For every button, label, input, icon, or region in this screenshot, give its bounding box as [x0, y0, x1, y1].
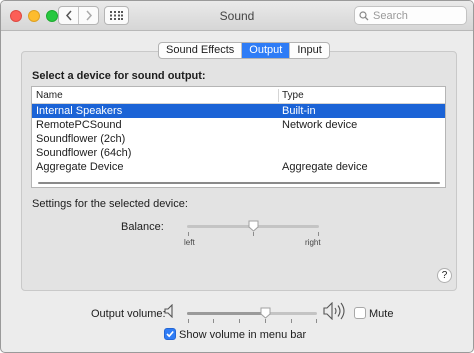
- output-volume-label: Output volume:: [91, 308, 166, 320]
- table-row[interactable]: Internal Speakers Built-in: [32, 104, 445, 118]
- section-title: Select a device for sound output:: [32, 70, 206, 82]
- volume-tick: [316, 319, 317, 323]
- device-name: Aggregate Device: [36, 161, 124, 173]
- column-header-name[interactable]: Name: [36, 90, 63, 101]
- help-button[interactable]: ?: [437, 268, 452, 283]
- mute-checkbox[interactable]: [354, 307, 366, 319]
- volume-high-icon: [323, 302, 345, 320]
- volume-tick: [213, 319, 214, 323]
- column-divider: [278, 89, 279, 102]
- volume-low-icon: [164, 304, 173, 318]
- checkmark-icon: [166, 330, 174, 338]
- search-input[interactable]: [373, 9, 463, 22]
- mute-label: Mute: [369, 308, 394, 320]
- table-row[interactable]: Soundflower (2ch): [32, 132, 445, 146]
- table-row[interactable]: Aggregate Device Aggregate device: [32, 160, 445, 174]
- device-name: Soundflower (2ch): [36, 133, 126, 145]
- column-header-type[interactable]: Type: [282, 90, 304, 101]
- volume-tick: [265, 319, 266, 323]
- output-panel: Select a device for sound output: Name T…: [21, 51, 457, 291]
- balance-slider-thumb[interactable]: [248, 220, 259, 232]
- tab-bar: Sound Effects Output Input: [158, 42, 330, 59]
- balance-tick-right: [318, 232, 319, 236]
- device-type: Aggregate device: [282, 161, 368, 173]
- balance-right-label: right: [305, 238, 321, 247]
- sound-preferences-window: Sound Sound Effects Output Input Select …: [0, 0, 474, 353]
- horizontal-scrollbar[interactable]: [38, 182, 440, 184]
- title-bar: Sound: [1, 1, 473, 31]
- device-name: Internal Speakers: [36, 105, 123, 117]
- balance-tick-left: [188, 232, 189, 236]
- balance-tick-center: [253, 232, 254, 236]
- device-table[interactable]: Name Type Internal Speakers Built-in Rem…: [31, 86, 446, 188]
- search-icon: [359, 10, 369, 20]
- table-row[interactable]: Soundflower (64ch): [32, 146, 445, 160]
- table-row[interactable]: RemotePCSound Network device: [32, 118, 445, 132]
- device-type: Network device: [282, 119, 358, 131]
- volume-tick: [188, 319, 189, 323]
- device-name: Soundflower (64ch): [36, 147, 132, 159]
- output-volume-fill: [187, 312, 265, 315]
- settings-title: Settings for the selected device:: [32, 198, 188, 210]
- volume-tick: [239, 319, 240, 323]
- balance-label: Balance:: [121, 221, 164, 233]
- tab-input[interactable]: Input: [289, 43, 328, 58]
- show-volume-in-menu-bar-label: Show volume in menu bar: [179, 329, 307, 341]
- device-type: Built-in: [282, 105, 316, 117]
- search-field[interactable]: [354, 6, 467, 25]
- show-volume-in-menu-bar-checkbox[interactable]: [164, 328, 176, 340]
- table-header: Name Type: [32, 87, 445, 104]
- volume-tick: [291, 319, 292, 323]
- output-volume-slider-thumb[interactable]: [260, 307, 271, 319]
- tab-output[interactable]: Output: [241, 43, 290, 58]
- balance-left-label: left: [184, 238, 195, 247]
- tab-sound-effects[interactable]: Sound Effects: [159, 43, 241, 58]
- device-name: RemotePCSound: [36, 119, 122, 131]
